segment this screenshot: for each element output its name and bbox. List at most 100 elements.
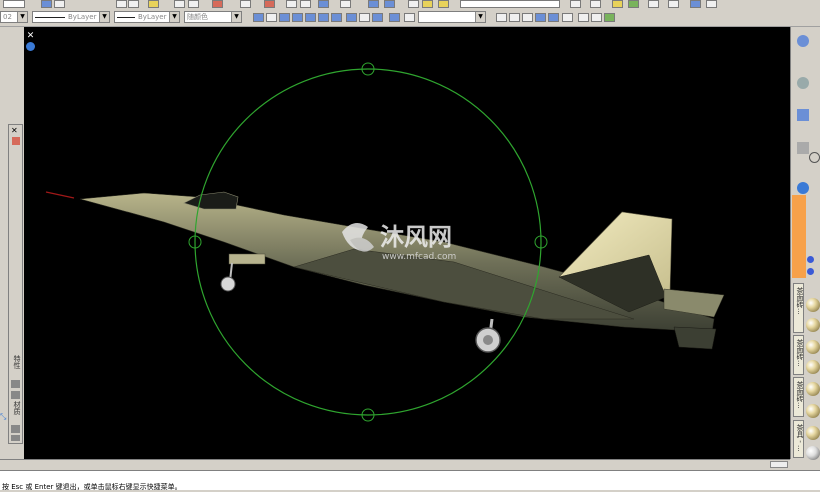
toolbar-icon[interactable]	[668, 0, 679, 8]
scrollbar-button[interactable]	[770, 461, 788, 468]
palette-icon[interactable]	[797, 109, 809, 121]
lineweight-combo[interactable]: ByLayer ▼	[114, 11, 180, 23]
toolbar-icon[interactable]	[340, 0, 351, 8]
toolbar-combo-top[interactable]	[3, 0, 25, 8]
material-swatch[interactable]	[806, 298, 820, 312]
linetype-combo[interactable]: ByLayer ▼	[32, 11, 110, 23]
material-swatch[interactable]	[806, 360, 820, 374]
light-icon[interactable]	[422, 0, 433, 8]
view-icon[interactable]	[279, 13, 290, 22]
material-swatch[interactable]	[806, 382, 820, 396]
visual-style-icon[interactable]	[372, 13, 383, 22]
drawing-viewport[interactable]: 沐风网 www.mfcad.com	[24, 27, 790, 459]
toolbar-icon[interactable]	[128, 0, 139, 8]
palette-icon[interactable]	[807, 268, 814, 275]
realistic-icon[interactable]	[535, 13, 546, 22]
material-tab[interactable]: 茶面砖...	[793, 377, 804, 417]
chevron-down-icon[interactable]: ▼	[99, 12, 109, 22]
zoom-icon[interactable]	[300, 0, 311, 8]
toolbar-icon[interactable]	[562, 13, 573, 22]
named-view-combo[interactable]: ▼	[418, 11, 486, 23]
orbit-icon[interactable]	[578, 13, 589, 22]
toolbar-icon[interactable]	[368, 0, 379, 8]
toolbar-icon[interactable]	[612, 0, 623, 8]
palette-icon[interactable]	[11, 435, 20, 441]
toolbar-icon[interactable]	[188, 0, 199, 8]
orbit-icon[interactable]	[604, 13, 615, 22]
material-swatch[interactable]	[806, 426, 820, 440]
palette-icon[interactable]	[797, 182, 809, 194]
fighter-jet-model[interactable]	[79, 191, 725, 353]
redo-icon[interactable]	[240, 0, 251, 8]
palette-tab-properties[interactable]: 特性	[12, 355, 22, 369]
wireframe-icon[interactable]	[509, 13, 520, 22]
view-icon[interactable]	[253, 13, 264, 22]
properties-palette[interactable]: ✕ 特性 材质	[8, 124, 23, 444]
toolbar-icon[interactable]	[590, 0, 601, 8]
palette-icon[interactable]	[797, 142, 809, 154]
view-icon[interactable]	[331, 13, 342, 22]
material-swatch[interactable]	[806, 340, 820, 354]
visual-style-icon[interactable]	[346, 13, 357, 22]
properties-icon[interactable]	[11, 380, 20, 388]
orbit-icon[interactable]	[591, 13, 602, 22]
material-tab[interactable]: 茶面砖...	[793, 335, 804, 375]
toolbar-icon[interactable]	[570, 0, 581, 8]
palette-icon[interactable]	[797, 77, 809, 89]
chevron-down-icon[interactable]: ▼	[169, 12, 179, 22]
toolbar-icon[interactable]	[174, 0, 185, 8]
chevron-down-icon[interactable]: ▼	[17, 12, 27, 22]
toolbar-icon[interactable]	[54, 0, 65, 8]
material-tab[interactable]: 茶面砖...	[793, 283, 804, 333]
color-combo[interactable]: 随颜色 ▼	[184, 11, 242, 23]
view-icon[interactable]	[318, 13, 329, 22]
toolbar-icon[interactable]	[648, 0, 659, 8]
view-icon[interactable]	[266, 13, 277, 22]
palette-icon[interactable]	[797, 35, 809, 47]
command-line[interactable]: 按 Esc 或 Enter 键退出，或单击鼠标右键显示快捷菜单。	[0, 470, 820, 491]
view-icon[interactable]	[292, 13, 303, 22]
zoom-icon[interactable]	[286, 0, 297, 8]
materials-icon[interactable]	[11, 425, 20, 433]
material-swatch[interactable]	[806, 404, 820, 418]
layer-state-combo[interactable]	[460, 0, 560, 8]
chevron-down-icon[interactable]: ▼	[475, 12, 485, 22]
close-icon[interactable]: ✕	[11, 127, 18, 135]
conceptual-icon[interactable]	[548, 13, 559, 22]
material-tab[interactable]: 茶具 - ...	[793, 420, 804, 458]
lineweight-combo-value: ByLayer	[138, 13, 167, 21]
viewport-nav-icon[interactable]	[26, 42, 35, 51]
viewport-canvas[interactable]: 沐风网 www.mfcad.com	[24, 27, 790, 459]
undo-icon[interactable]	[212, 0, 223, 8]
clock-icon[interactable]	[809, 152, 820, 163]
palette-auto-hide-icon[interactable]	[12, 137, 20, 145]
toolbar-icon[interactable]	[318, 0, 329, 8]
active-palette-tab[interactable]	[792, 195, 806, 278]
zoom-icon[interactable]	[264, 0, 275, 8]
render-icon[interactable]	[389, 13, 400, 22]
horizontal-scrollbar[interactable]	[0, 459, 790, 470]
linetype-combo-value: ByLayer	[68, 13, 97, 21]
toolbar-icon[interactable]	[496, 13, 507, 22]
material-swatch[interactable]	[806, 318, 820, 332]
palette-icon[interactable]	[11, 391, 20, 399]
palette-icon[interactable]	[807, 256, 814, 263]
palette-tab-materials[interactable]: 材质	[12, 401, 22, 415]
close-icon[interactable]: ✕	[26, 32, 35, 41]
toolbar-icon[interactable]	[404, 13, 415, 22]
toolbar-icon[interactable]	[116, 0, 127, 8]
toolbar-icon[interactable]	[628, 0, 639, 8]
light-icon[interactable]	[438, 0, 449, 8]
toolbar-icon[interactable]	[408, 0, 419, 8]
visual-style-icon[interactable]	[359, 13, 370, 22]
layer-combo[interactable]: 02 ▼	[0, 11, 28, 23]
toolbar-icon[interactable]	[690, 0, 701, 8]
toolbar-icon[interactable]	[41, 0, 52, 8]
hidden-icon[interactable]	[522, 13, 533, 22]
chevron-down-icon[interactable]: ▼	[231, 12, 241, 22]
toolbar-icon[interactable]	[706, 0, 717, 8]
help-icon[interactable]	[384, 0, 395, 8]
material-swatch[interactable]	[806, 446, 820, 460]
view-icon[interactable]	[305, 13, 316, 22]
toolbar-icon[interactable]	[148, 0, 159, 8]
